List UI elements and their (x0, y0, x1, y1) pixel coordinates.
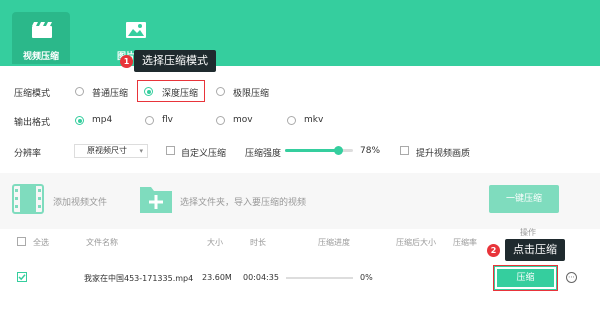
option-label: flv (162, 115, 173, 125)
strength-value: 78% (360, 146, 381, 156)
slider-fill (285, 149, 339, 152)
row-size: 23.60M (202, 273, 232, 282)
radio-mkv[interactable] (287, 116, 296, 125)
custom-compress-label: 自定义压缩 (181, 149, 227, 159)
radio-mp4[interactable] (75, 116, 84, 125)
tooltip-click-compress: 点击压缩 (505, 239, 565, 261)
step-badge: 1 (120, 55, 133, 68)
image-icon (126, 22, 146, 38)
header-size: 大小 (207, 238, 223, 247)
compress-button[interactable]: 压缩 (493, 265, 558, 291)
header-action: 操作 (520, 228, 536, 237)
select-value: 原视频尺寸 (87, 146, 127, 155)
row-duration: 00:04:35 (243, 273, 279, 282)
radio-flv[interactable] (145, 116, 154, 125)
enhance-quality-checkbox[interactable] (400, 146, 409, 155)
option-label: mp4 (92, 115, 113, 125)
strength-slider[interactable] (285, 146, 353, 155)
header-compressed-size: 压缩后大小 (396, 238, 436, 247)
checkmark-icon (18, 274, 26, 281)
app-header: 视频压缩 图片压缩 (0, 0, 600, 66)
option-label: mkv (304, 115, 324, 125)
slider-handle[interactable] (334, 146, 344, 155)
enhance-quality-label: 提升视频画质 (416, 149, 471, 159)
option-label: 普通压缩 (92, 89, 129, 99)
chevron-down-icon: ▾ (139, 147, 143, 155)
row-progress-text: 0% (360, 273, 373, 282)
resolution-label: 分辨率 (14, 149, 42, 159)
radio-extreme[interactable] (216, 87, 225, 96)
resolution-select[interactable]: 原视频尺寸 ▾ (74, 144, 148, 158)
radio-mov[interactable] (216, 116, 225, 125)
add-folder-icon[interactable] (140, 183, 172, 213)
header-ratio: 压缩率 (453, 238, 477, 247)
mode-label: 压缩模式 (14, 89, 51, 99)
row-progress-bar (286, 277, 353, 279)
tab-video-compress[interactable]: 视频压缩 (12, 12, 70, 64)
format-label: 输出格式 (14, 118, 51, 128)
tab-label: 视频压缩 (22, 52, 59, 62)
header-select-all: 全选 (33, 238, 49, 247)
clapperboard-icon (32, 22, 52, 38)
select-all-checkbox[interactable] (17, 237, 26, 246)
option-label: 深度压缩 (162, 89, 199, 99)
add-video-label[interactable]: 添加视频文件 (53, 195, 107, 208)
add-video-icon[interactable] (12, 184, 44, 214)
header-filename: 文件名称 (86, 238, 118, 247)
strength-label: 压缩强度 (245, 149, 282, 159)
row-checkbox[interactable] (17, 272, 27, 282)
step-badge: 2 (487, 244, 500, 257)
header-progress: 压缩进度 (318, 238, 350, 247)
radio-normal[interactable] (75, 87, 84, 96)
option-label: mov (233, 115, 253, 125)
one-click-compress-button[interactable]: 一键压缩 (489, 185, 559, 213)
custom-compress-checkbox[interactable] (166, 146, 175, 155)
add-folder-label[interactable]: 选择文件夹，导入要压缩的视频 (180, 195, 306, 208)
radio-deep[interactable] (144, 87, 153, 96)
row-filename: 我家在中国453-171335.mp4 (84, 274, 194, 283)
option-label: 极限压缩 (233, 89, 270, 99)
tooltip-select-mode: 选择压缩模式 (134, 50, 216, 72)
header-duration: 时长 (250, 238, 266, 247)
more-options-icon[interactable]: ⋯ (566, 272, 577, 283)
